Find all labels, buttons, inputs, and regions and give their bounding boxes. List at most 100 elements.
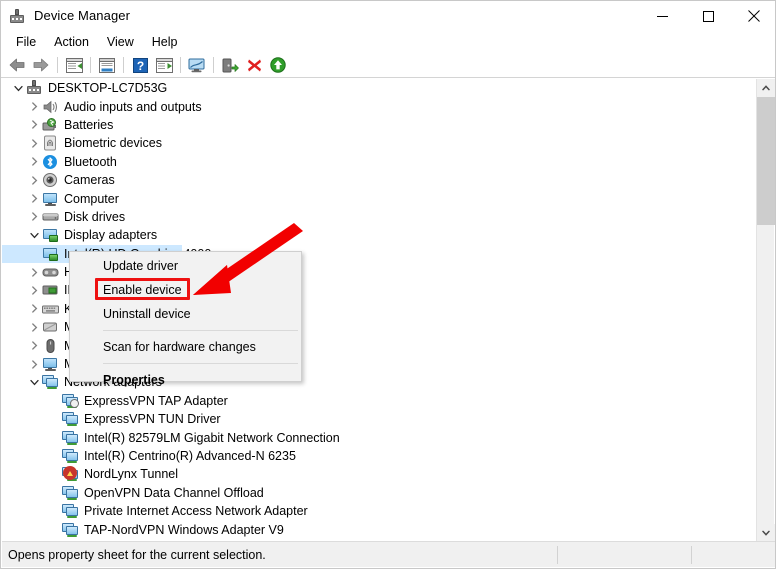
tree-root-desktop[interactable]: DESKTOP-LC7D53G: [2, 79, 758, 97]
ide-controller-icon: [42, 282, 59, 298]
tree-network-device-label: ExpressVPN TAP Adapter: [84, 393, 228, 409]
window-title: Device Manager: [34, 1, 130, 31]
forward-arrow-icon[interactable]: [29, 54, 53, 76]
disk-drive-icon: [42, 209, 59, 225]
action-pane-icon[interactable]: [152, 54, 176, 76]
tree-network-device-label: OpenVPN Data Channel Offload: [84, 485, 264, 501]
tree-item-label: Disk drives: [64, 209, 125, 225]
chevron-right-icon[interactable]: [26, 281, 42, 299]
chevron-down-icon[interactable]: [10, 79, 26, 97]
tree-item-disk-drives[interactable]: Disk drives: [2, 208, 758, 226]
red-x-icon[interactable]: [242, 54, 266, 76]
menu-view[interactable]: View: [98, 32, 143, 52]
tree-network-device-label: ExpressVPN TUN Driver: [84, 411, 221, 427]
context-menu[interactable]: Update driver Enable device Uninstall de…: [69, 251, 302, 382]
tree-item-audio[interactable]: Audio inputs and outputs: [2, 97, 758, 115]
device-update-icon[interactable]: [218, 54, 242, 76]
monitor-scan-icon[interactable]: [185, 54, 209, 76]
title-bar: Device Manager: [1, 1, 776, 31]
device-manager-window: Device Manager File Action View Help: [0, 0, 776, 569]
speaker-icon: [42, 99, 59, 115]
tree-item-label: Display adapters: [64, 227, 157, 243]
back-arrow-icon[interactable]: [5, 54, 29, 76]
chevron-down-icon[interactable]: [26, 373, 42, 391]
scrollbar-thumb[interactable]: [757, 97, 775, 225]
vertical-scrollbar[interactable]: [756, 79, 774, 542]
properties-window-icon[interactable]: [95, 54, 119, 76]
network-device-icon: [62, 448, 79, 464]
tree-item-label: Biometric devices: [64, 135, 162, 151]
context-menu-item-enable-device[interactable]: Enable device: [70, 278, 301, 302]
context-menu-item-update-driver[interactable]: Update driver: [70, 254, 301, 278]
chevron-right-icon[interactable]: [26, 263, 42, 281]
chevron-right-icon[interactable]: [26, 134, 42, 152]
tree-network-device[interactable]: OpenVPN Data Channel Offload: [2, 484, 758, 502]
toolbar-separator: [57, 57, 58, 73]
toolbar-separator: [180, 57, 181, 73]
chevron-right-icon[interactable]: [26, 98, 42, 116]
tree-item-biometric[interactable]: Biometric devices: [2, 134, 758, 152]
tree-item-display-adapters[interactable]: Display adapters: [2, 226, 758, 244]
chevron-right-icon[interactable]: [26, 300, 42, 318]
network-device-warning-icon: [62, 466, 79, 482]
console-tree-icon[interactable]: [62, 54, 86, 76]
chevron-right-icon[interactable]: [26, 337, 42, 355]
svg-text:?: ?: [136, 59, 143, 73]
status-divider: [557, 546, 558, 564]
toolbar-separator: [90, 57, 91, 73]
status-divider: [691, 546, 692, 564]
status-message: Opens property sheet for the current sel…: [2, 542, 266, 568]
menu-file[interactable]: File: [7, 32, 45, 52]
network-device-icon: [62, 411, 79, 427]
chevron-right-icon[interactable]: [26, 355, 42, 373]
scroll-up-icon[interactable]: [757, 79, 775, 97]
toolbar-separator: [213, 57, 214, 73]
tree-item-cameras[interactable]: Cameras: [2, 171, 758, 189]
context-menu-item-scan-for-hardware-changes[interactable]: Scan for hardware changes: [70, 335, 301, 359]
computer-root-icon: [26, 80, 43, 96]
hid-gamepad-icon: [42, 264, 59, 280]
tree-item-computer[interactable]: Computer: [2, 189, 758, 207]
chevron-down-icon[interactable]: [26, 226, 42, 244]
tree-network-device-label: Private Internet Access Network Adapter: [84, 503, 308, 519]
tree-item-label: Cameras: [64, 172, 115, 188]
help-question-icon[interactable]: ?: [128, 54, 152, 76]
tree-network-device[interactable]: ExpressVPN TAP Adapter: [2, 392, 758, 410]
green-up-arrow-icon[interactable]: [266, 54, 290, 76]
chevron-right-icon[interactable]: [26, 171, 42, 189]
context-menu-separator: [103, 363, 298, 364]
tree-item-label: Computer: [64, 191, 119, 207]
scroll-down-icon[interactable]: [757, 524, 775, 542]
window-controls: [639, 1, 776, 31]
tree-network-device[interactable]: ExpressVPN TUN Driver: [2, 410, 758, 428]
tree-item-label: Audio inputs and outputs: [64, 99, 202, 115]
maximize-button[interactable]: [685, 1, 731, 31]
display-adapter-icon: [42, 227, 59, 243]
tree-network-device[interactable]: Private Internet Access Network Adapter: [2, 502, 758, 520]
close-button[interactable]: [731, 1, 776, 31]
tree-item-batteries[interactable]: Batteries: [2, 116, 758, 134]
menu-action[interactable]: Action: [45, 32, 98, 52]
network-adapter-icon: [42, 374, 59, 390]
toolbar: ?: [1, 53, 776, 78]
context-menu-item-uninstall-device[interactable]: Uninstall device: [70, 302, 301, 326]
minimize-button[interactable]: [639, 1, 685, 31]
chevron-right-icon[interactable]: [26, 190, 42, 208]
chevron-right-icon[interactable]: [26, 116, 42, 134]
chevron-right-icon[interactable]: [26, 318, 42, 336]
tree-network-device-label: NordLynx Tunnel: [84, 466, 178, 482]
toolbar-separator: [123, 57, 124, 73]
device-manager-icon: [9, 8, 25, 24]
tree-item-label: Batteries: [64, 117, 113, 133]
menu-help[interactable]: Help: [143, 32, 187, 52]
tree-network-device[interactable]: Intel(R) 82579LM Gigabit Network Connect…: [2, 428, 758, 446]
tree-network-device[interactable]: TAP-NordVPN Windows Adapter V9: [2, 520, 758, 538]
chevron-right-icon[interactable]: [26, 153, 42, 171]
keyboard-icon: [42, 301, 59, 317]
context-menu-item-properties[interactable]: Properties: [70, 368, 301, 392]
tree-network-device[interactable]: Intel(R) Centrino(R) Advanced-N 6235: [2, 447, 758, 465]
tree-item-bluetooth[interactable]: Bluetooth: [2, 153, 758, 171]
tree-network-device[interactable]: NordLynx Tunnel: [2, 465, 758, 483]
chevron-right-icon[interactable]: [26, 208, 42, 226]
tree-network-device-label: Intel(R) 82579LM Gigabit Network Connect…: [84, 430, 340, 446]
